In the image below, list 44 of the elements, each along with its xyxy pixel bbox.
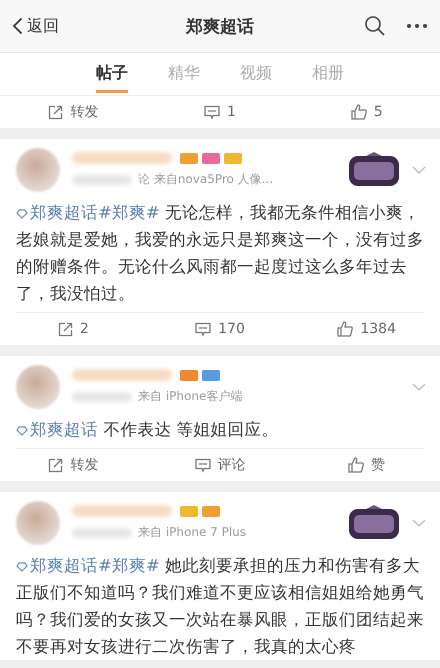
blurred-time <box>72 528 132 538</box>
avatar[interactable] <box>16 148 60 192</box>
back-button[interactable]: 返回 <box>12 16 59 36</box>
avatar[interactable] <box>16 365 60 409</box>
thumbs-up-icon <box>350 104 367 120</box>
chevron-down-icon[interactable] <box>412 519 426 527</box>
blurred-time <box>72 392 132 402</box>
thumbs-up-icon <box>337 321 354 337</box>
topic-link[interactable]: 郑爽超话#郑爽# <box>16 203 160 222</box>
repost-button[interactable]: 转发 <box>0 456 147 474</box>
post-text: 郑爽超话 不作表达 等姐姐回应。 <box>16 416 424 443</box>
like-button[interactable]: 赞 <box>293 456 440 474</box>
like-button[interactable]: 1384 <box>293 321 440 337</box>
comment-icon <box>194 458 210 472</box>
like-button[interactable]: 5 <box>293 104 440 120</box>
comment-button[interactable]: 1 <box>146 104 294 120</box>
repost-button[interactable]: 2 <box>0 321 147 337</box>
back-icon <box>12 17 23 35</box>
chevron-down-icon[interactable] <box>412 383 426 391</box>
chevron-down-icon[interactable] <box>412 166 426 174</box>
post-text: 郑爽超话#郑爽# 无论怎样，我都无条件相信小爽，老娘就是爱她，我爱的永远只是郑爽这一个，没有过多的附赠条件。无论什么风雨都一起度过这么多年过去了，我没怕过。 <box>16 202 424 305</box>
share-icon <box>58 322 73 336</box>
post-source: 来自 iPhone 7 Plus <box>138 524 246 541</box>
comment-button[interactable]: 评论 <box>146 456 294 474</box>
diamond-icon <box>16 562 28 572</box>
thumbs-up-icon <box>348 457 364 473</box>
blurred-time <box>72 174 132 184</box>
comment-icon <box>195 322 212 336</box>
comment-icon <box>204 104 220 120</box>
post-source: 来自 iPhone客户端 <box>138 388 242 405</box>
topic-link[interactable]: 郑爽超话#郑爽# <box>16 556 160 575</box>
more-icon[interactable] <box>406 23 428 29</box>
share-icon <box>48 458 64 472</box>
repost-button[interactable]: 转发 <box>0 103 147 121</box>
avatar[interactable] <box>16 501 60 545</box>
diamond-icon <box>16 426 28 436</box>
post-text: 郑爽超话#郑爽# 她此刻要承担的压力和伤害有多大正版们不知道吗？我们难道不更应该相信姐姐给她勇气吗？我们爱的女孩又一次站在暴风眼，正版们团结起来不要再对女孩进行二次伤害了，我真的太心疼 <box>16 555 424 658</box>
search-icon[interactable] <box>364 15 386 37</box>
comment-button[interactable]: 170 <box>146 321 294 337</box>
topic-link[interactable]: 郑爽超话 <box>16 420 98 439</box>
post-source: 论 来自nova5Pro 人像... <box>138 171 274 188</box>
diamond-icon <box>16 209 28 219</box>
page-title: 郑爽超话 <box>186 16 254 38</box>
share-icon <box>48 104 64 120</box>
